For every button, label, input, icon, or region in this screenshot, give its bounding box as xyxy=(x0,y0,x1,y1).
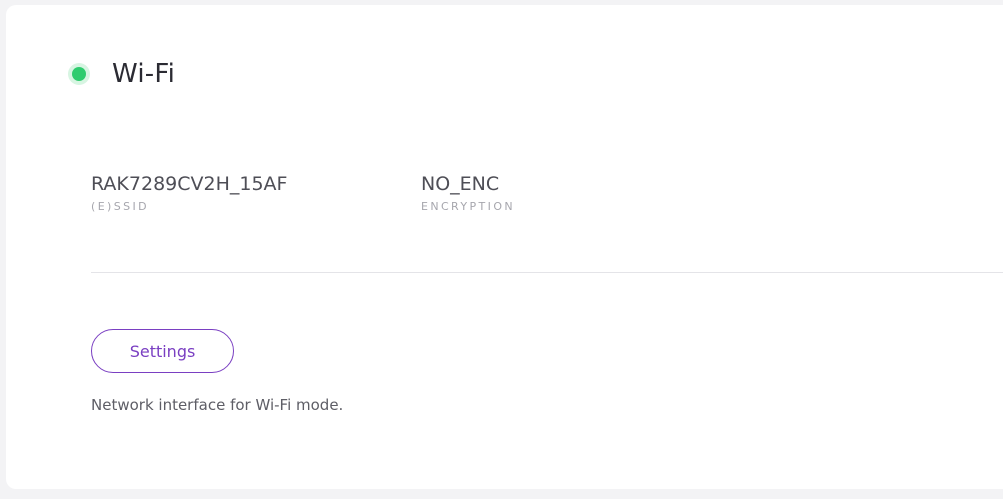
status-indicator-dot xyxy=(72,67,86,81)
card-title: Wi-Fi xyxy=(112,59,176,89)
ssid-info: RAK7289CV2H_15AF (E)SSID xyxy=(91,170,288,213)
status-indicator-icon xyxy=(68,63,90,85)
ssid-value: RAK7289CV2H_15AF xyxy=(91,173,288,195)
settings-button[interactable]: Settings xyxy=(91,329,234,373)
card-description: Network interface for Wi-Fi mode. xyxy=(91,396,344,414)
wifi-card: Wi-Fi RAK7289CV2H_15AF (E)SSID NO_ENC EN… xyxy=(6,5,1003,489)
encryption-label: ENCRYPTION xyxy=(421,200,516,213)
encryption-value: NO_ENC xyxy=(421,173,500,195)
ssid-label: (E)SSID xyxy=(91,200,150,213)
divider xyxy=(91,272,1003,273)
encryption-info: NO_ENC ENCRYPTION xyxy=(421,170,515,213)
card-header: Wi-Fi xyxy=(68,59,175,89)
